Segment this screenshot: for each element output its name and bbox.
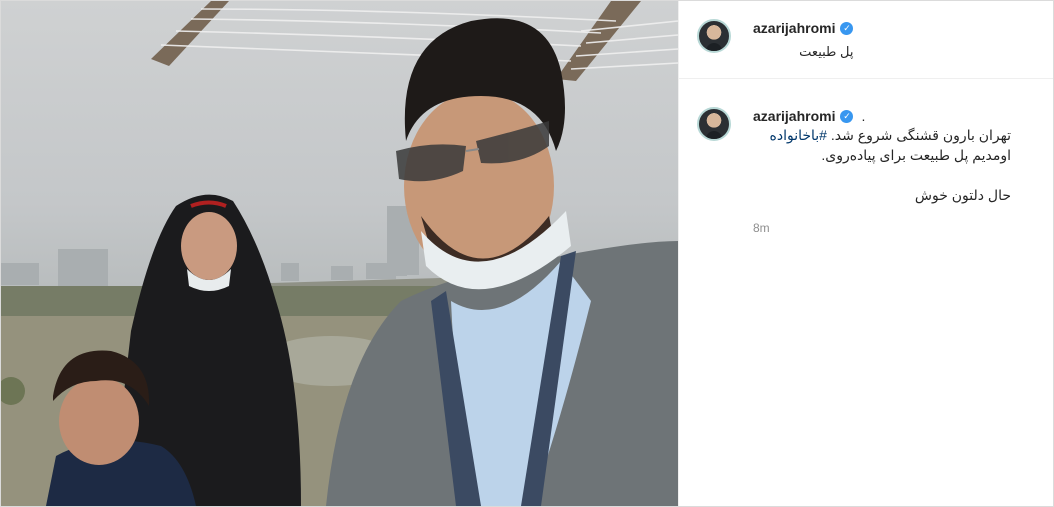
header-text: azarijahromi ✓ پل طبیعت [753,19,854,60]
caption-comment: azarijahromi ✓ . تهران بارون قشنگی شروع … [679,79,1053,235]
post-photo[interactable] [1,1,678,506]
caption-avatar[interactable] [697,107,731,141]
username-row: azarijahromi ✓ [753,19,854,37]
caption-line-3: حال دلتون خوش [914,187,1011,203]
caption-lead: . [861,108,866,124]
post-timestamp[interactable]: 8m [753,221,1023,235]
caption-line-1-text: تهران بارون قشنگی شروع شد. [826,127,1011,143]
verified-badge-icon: ✓ [840,109,854,123]
location-link[interactable]: پل طبیعت [753,44,853,60]
selfie-illustration [1,1,678,506]
caption-body: azarijahromi ✓ . تهران بارون قشنگی شروع … [753,107,1023,235]
hashtag-link[interactable]: #باخانواده [770,127,827,143]
username-link[interactable]: azarijahromi [753,20,835,36]
caption-username-link[interactable]: azarijahromi [753,108,835,124]
post-sidebar: azarijahromi ✓ پل طبیعت azarijahromi ✓ .… [678,1,1053,506]
caption-text: تهران بارون قشنگی شروع شد. #باخانواده او… [753,125,1011,205]
caption-line-2: اومدیم پل طبیعت برای پیاده‌روی. [821,147,1011,163]
profile-avatar[interactable] [697,19,731,53]
post-header: azarijahromi ✓ پل طبیعت [679,1,1053,79]
verified-badge-icon: ✓ [840,21,854,35]
instagram-post: azarijahromi ✓ پل طبیعت azarijahromi ✓ .… [0,0,1054,507]
caption-header: azarijahromi ✓ . [753,107,1023,125]
caption-line-1: تهران بارون قشنگی شروع شد. #باخانواده [753,125,1011,145]
